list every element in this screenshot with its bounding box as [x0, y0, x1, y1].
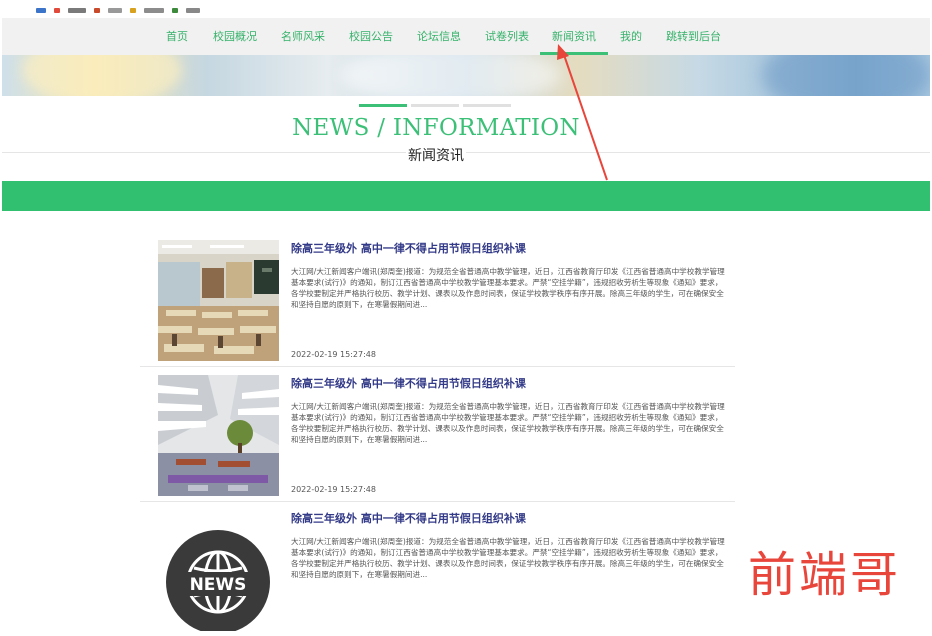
news-globe-icon: NEWS — [166, 530, 270, 631]
section-indicator — [359, 104, 511, 107]
news-title[interactable]: 除高三年级外 高中一律不得占用节假日组织补课 — [291, 510, 526, 526]
news-icon-label: NEWS — [190, 575, 247, 595]
green-band — [2, 181, 930, 211]
nav-school-overview[interactable]: 校园概况 — [213, 18, 257, 55]
nav-exam-papers[interactable]: 试卷列表 — [485, 18, 529, 55]
news-thumbnail-classroom[interactable] — [158, 240, 279, 361]
news-thumbnail-globe[interactable]: NEWS — [158, 510, 279, 631]
nav-home[interactable]: 首页 — [166, 18, 188, 55]
main-nav: 首页 校园概况 名师风采 校园公告 论坛信息 试卷列表 新闻资讯 我的 跳转到后… — [2, 18, 930, 56]
nav-announcements[interactable]: 校园公告 — [349, 18, 393, 55]
indicator-active — [359, 104, 407, 107]
news-item[interactable]: NEWS 除高三年级外 高中一律不得占用节假日组织补课 大江网/大江新闻客户端讯… — [140, 502, 735, 636]
news-thumbnail-courtyard[interactable] — [158, 375, 279, 496]
section-title-cn: 新闻资讯 — [406, 148, 466, 164]
news-summary: 大江网/大江新闻客户端讯(郑周奎)报道：为规范全省普通高中教学管理，近日，江西省… — [291, 402, 725, 444]
watermark-text: 前端哥 — [748, 547, 902, 603]
nav-admin-link[interactable]: 跳转到后台 — [666, 18, 721, 55]
nav-news[interactable]: 新闻资讯 — [540, 18, 608, 55]
section-title-en: NEWS / INFORMATION — [292, 115, 580, 141]
nav-mine[interactable]: 我的 — [620, 18, 642, 55]
nav-forum[interactable]: 论坛信息 — [417, 18, 461, 55]
banner-image — [2, 55, 930, 96]
news-summary: 大江网/大江新闻客户端讯(郑周奎)报道：为规范全省普通高中教学管理，近日，江西省… — [291, 537, 725, 579]
news-title[interactable]: 除高三年级外 高中一律不得占用节假日组织补课 — [291, 375, 526, 391]
news-title[interactable]: 除高三年级外 高中一律不得占用节假日组织补课 — [291, 240, 526, 256]
news-date: 2022-02-19 15:27:48 — [291, 485, 376, 494]
news-summary: 大江网/大江新闻客户端讯(郑周奎)报道：为规范全省普通高中教学管理，近日，江西省… — [291, 267, 725, 309]
browser-bookmark-strip — [0, 0, 932, 18]
news-item[interactable]: 除高三年级外 高中一律不得占用节假日组织补课 大江网/大江新闻客户端讯(郑周奎)… — [140, 232, 735, 367]
nav-teachers[interactable]: 名师风采 — [281, 18, 325, 55]
news-item[interactable]: 除高三年级外 高中一律不得占用节假日组织补课 大江网/大江新闻客户端讯(郑周奎)… — [140, 367, 735, 502]
news-date: 2022-02-19 15:27:48 — [291, 350, 376, 359]
indicator — [411, 104, 459, 107]
indicator — [463, 104, 511, 107]
